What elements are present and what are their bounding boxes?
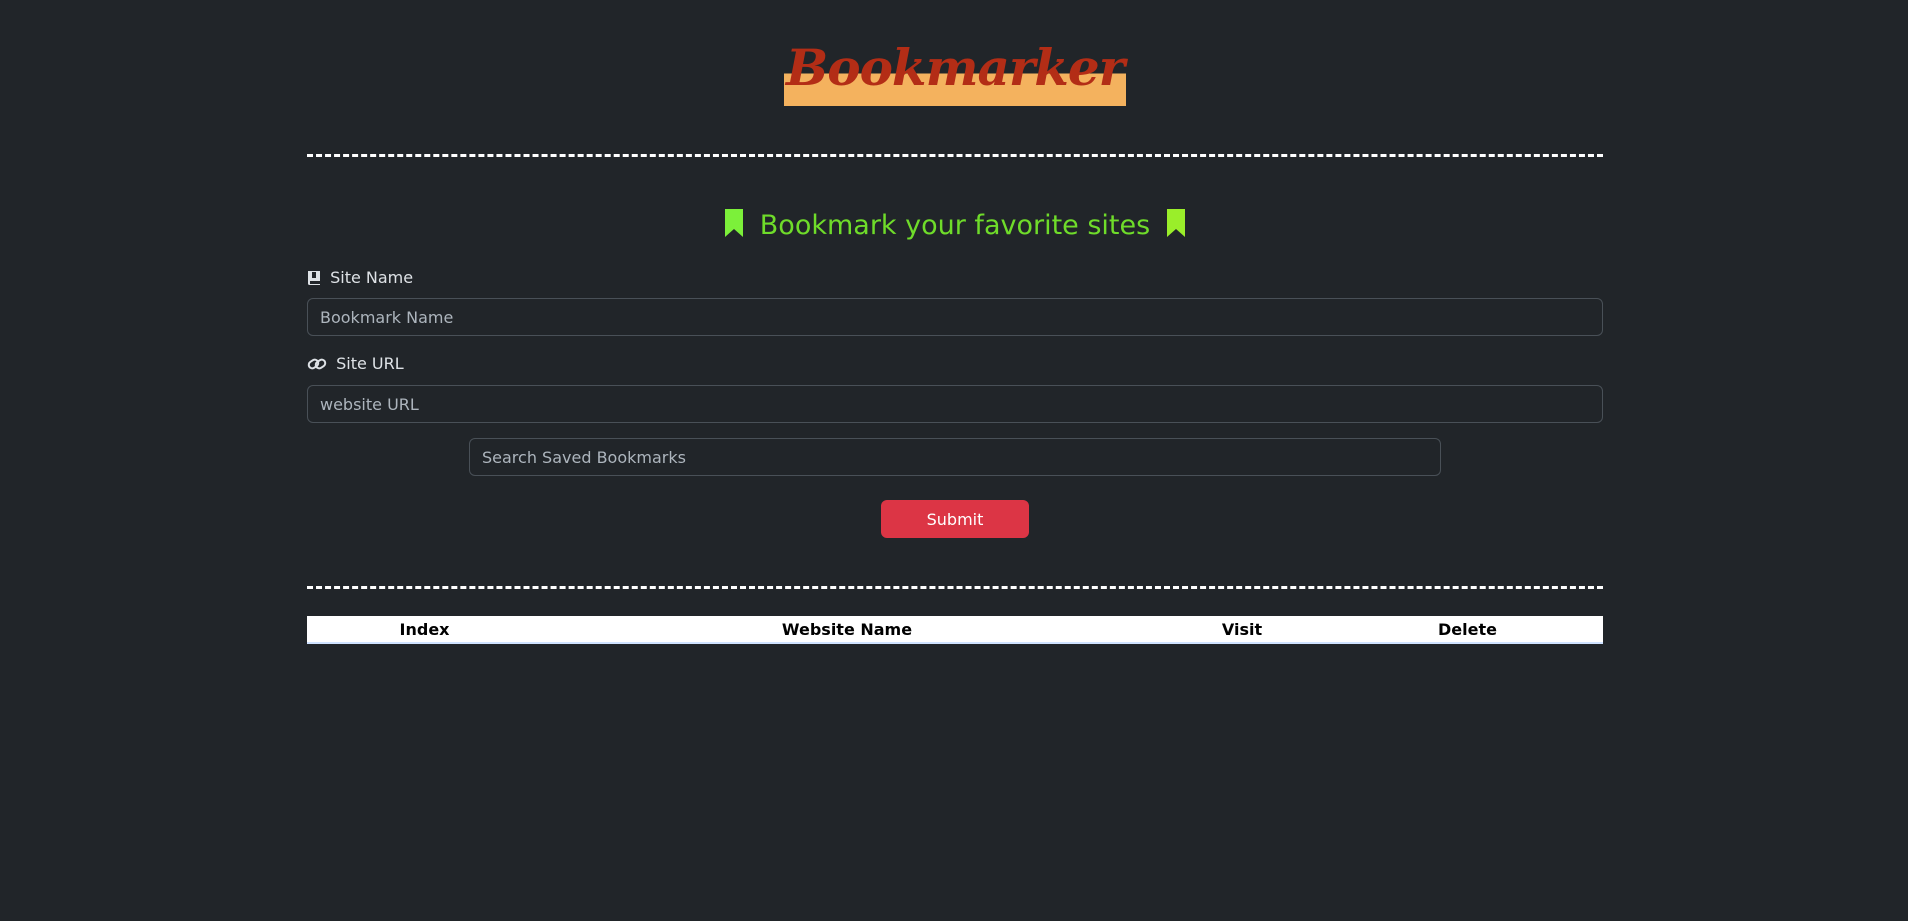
site-url-label-text: Site URL — [336, 354, 404, 373]
top-divider — [307, 154, 1603, 157]
bookmarks-table: Index Website Name Visit Delete — [307, 616, 1603, 644]
column-header-delete: Delete — [1332, 616, 1603, 644]
search-bookmarks-input[interactable] — [469, 438, 1441, 476]
site-name-label-text: Site Name — [330, 268, 414, 287]
brand-wrap: Bookmarker — [307, 38, 1603, 106]
column-header-website-name: Website Name — [542, 616, 1152, 644]
book-icon — [307, 268, 330, 287]
form-heading-text: Bookmark your favorite sites — [759, 210, 1151, 241]
site-name-input[interactable] — [307, 298, 1603, 336]
bookmark-icon — [1165, 208, 1187, 250]
table-header-row: Index Website Name Visit Delete — [307, 616, 1603, 644]
site-name-label: Site Name — [307, 267, 413, 289]
column-header-index: Index — [307, 616, 542, 644]
submit-button[interactable]: Submit — [881, 500, 1029, 538]
bookmark-icon — [723, 208, 745, 250]
link-icon — [307, 354, 336, 373]
site-url-input[interactable] — [307, 385, 1603, 423]
form-heading: Bookmark your favorite sites — [307, 206, 1603, 250]
site-url-label: Site URL — [307, 353, 404, 375]
column-header-visit: Visit — [1152, 616, 1332, 644]
page: Bookmarker Bookmark your favorite sites … — [0, 0, 1908, 921]
app-logo-title: Bookmarker — [783, 38, 1127, 106]
bottom-divider — [307, 586, 1603, 589]
